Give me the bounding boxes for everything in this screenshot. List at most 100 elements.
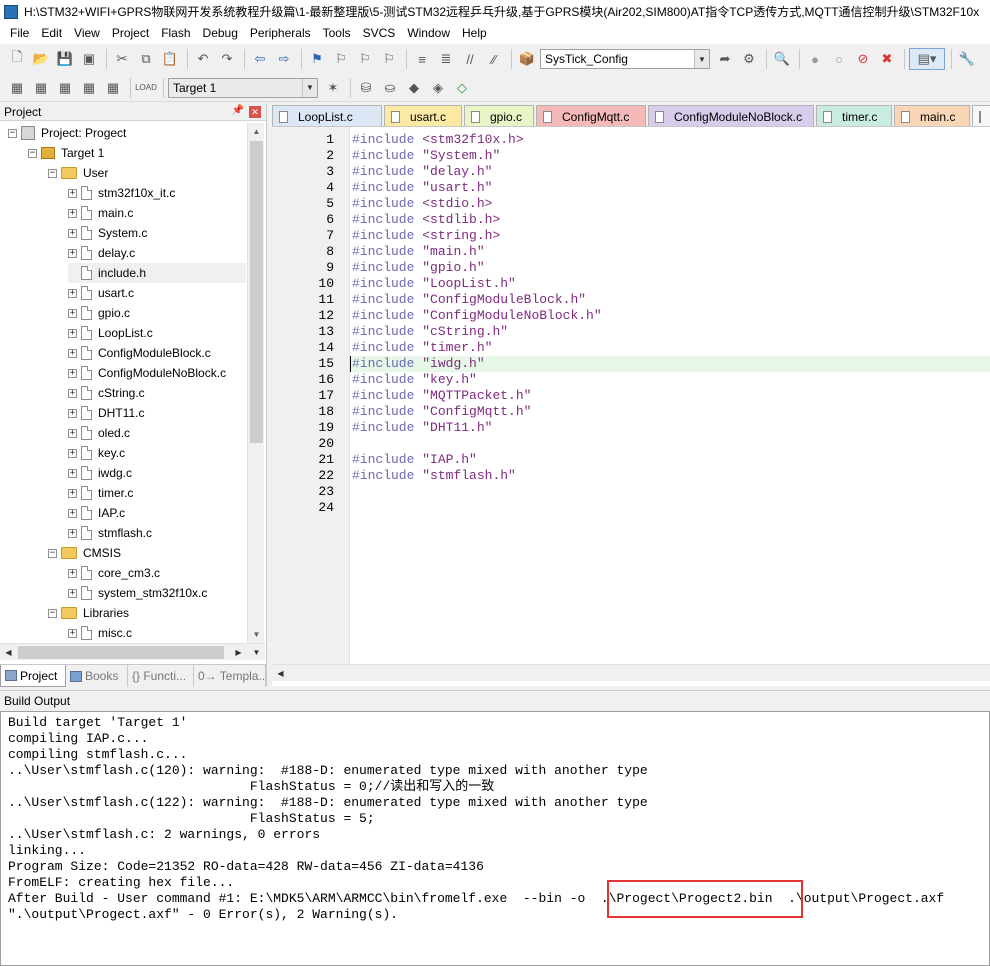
tree-file[interactable]: + IAP.c <box>68 503 125 523</box>
scroll-left-icon[interactable]: ◀ <box>272 665 289 682</box>
tab-configmodulenoblock-c[interactable]: ConfigModuleNoBlock.c <box>648 105 814 126</box>
tree-file[interactable]: + iwdg.c <box>68 463 132 483</box>
project-vertical-scrollbar[interactable]: ▲ ▼ <box>247 123 264 643</box>
configure-icon[interactable]: 🔧 <box>956 48 978 70</box>
indent-icon[interactable]: ≡ <box>411 48 433 70</box>
expand-icon[interactable]: + <box>68 428 77 438</box>
nav-forward-icon[interactable]: ⇨ <box>273 48 295 70</box>
incremental-find-icon[interactable]: ⚙ <box>738 48 760 70</box>
tree-project-node[interactable]: − Project: Progect <box>8 123 126 143</box>
expand-icon[interactable]: + <box>68 568 77 578</box>
file-extensions-icon[interactable]: ⛀ <box>379 77 401 99</box>
tab-templates[interactable]: 0→ Templa... <box>194 665 266 687</box>
editor-horizontal-scrollbar[interactable]: ◀ <box>272 664 990 681</box>
menu-tools[interactable]: Tools <box>317 23 357 44</box>
translate-icon[interactable]: ▦ <box>6 77 28 99</box>
open-folder-icon[interactable]: 📂 <box>30 48 52 70</box>
menu-view[interactable]: View <box>68 23 106 44</box>
breakpoint-icon[interactable]: ● <box>804 48 826 70</box>
select-packs-icon[interactable]: ◆ <box>403 77 425 99</box>
expand-icon[interactable]: + <box>68 208 77 218</box>
expand-icon[interactable]: + <box>68 348 77 358</box>
project-horizontal-scrollbar[interactable]: ◀ ▶ ▼ <box>0 643 265 660</box>
expand-icon[interactable]: + <box>68 228 77 238</box>
expand-icon[interactable]: + <box>68 188 77 198</box>
expand-icon[interactable]: + <box>68 308 77 318</box>
menu-project[interactable]: Project <box>106 23 155 44</box>
tree-file[interactable]: + System.c <box>68 223 147 243</box>
debug-session-icon[interactable]: 🔍 <box>771 48 793 70</box>
menu-debug[interactable]: Debug <box>197 23 244 44</box>
menu-window[interactable]: Window <box>401 23 456 44</box>
new-file-icon[interactable]: 🗋 <box>6 48 28 70</box>
tree-file[interactable]: + usart.c <box>68 283 134 303</box>
chevron-down-icon[interactable]: ▼ <box>302 78 317 97</box>
tree-file[interactable]: + timer.c <box>68 483 133 503</box>
tab-main-c[interactable]: main.c <box>894 105 970 126</box>
collapse-icon[interactable]: − <box>48 608 57 618</box>
expand-icon[interactable]: + <box>68 388 77 398</box>
tree-target-node[interactable]: − Target 1 <box>28 143 104 163</box>
expand-icon[interactable]: + <box>68 628 77 638</box>
tab-usart-c[interactable]: usart.c <box>384 105 462 126</box>
tree-file[interactable]: + stm32f10x_it.c <box>68 183 175 203</box>
batch-build-icon[interactable]: ▦ <box>78 77 100 99</box>
redo-icon[interactable]: ↷ <box>216 48 238 70</box>
tab-gpio-c[interactable]: gpio.c <box>464 105 534 126</box>
tree-file[interactable]: + oled.c <box>68 423 130 443</box>
close-icon[interactable]: ✕ <box>249 106 261 118</box>
scroll-thumb[interactable] <box>18 646 224 659</box>
disable-all-breakpoints-icon[interactable]: ⊘ <box>852 48 874 70</box>
expand-icon[interactable]: + <box>68 248 77 258</box>
tree-file[interactable]: + stmflash.c <box>68 523 152 543</box>
tree-file[interactable]: + main.c <box>68 203 133 223</box>
window-layout-icon[interactable]: ▤▾ <box>909 48 945 70</box>
download-icon[interactable]: LOAD <box>135 77 157 99</box>
unindent-icon[interactable]: ≣ <box>435 48 457 70</box>
expand-icon[interactable]: + <box>68 408 77 418</box>
target-options-icon[interactable]: ✶ <box>322 77 344 99</box>
expand-icon[interactable]: + <box>68 508 77 518</box>
nav-back-icon[interactable]: ⇦ <box>249 48 271 70</box>
expand-icon[interactable]: + <box>68 328 77 338</box>
collapse-icon[interactable]: − <box>8 128 17 138</box>
tree-file[interactable]: + ConfigModuleNoBlock.c <box>68 363 226 383</box>
tree-folder-cmsis[interactable]: − CMSIS <box>48 543 121 563</box>
stop-build-icon[interactable]: ▦ <box>102 77 124 99</box>
tab-looplist-c[interactable]: LoopList.c <box>272 105 382 126</box>
tree-file[interactable]: + core_cm3.c <box>68 563 160 583</box>
tree-folder-libraries[interactable]: − Libraries <box>48 603 129 623</box>
goto-definition-icon[interactable]: ➦ <box>714 48 736 70</box>
tree-file[interactable]: + gpio.c <box>68 303 130 323</box>
tab-project[interactable]: Project <box>0 665 66 687</box>
scroll-right-icon[interactable]: ▶ <box>230 644 247 661</box>
code-area[interactable]: #include <stm32f10x.h> #include "System.h… <box>350 127 990 664</box>
tree-file[interactable]: + cString.c <box>68 383 145 403</box>
tab-configmqtt-c[interactable]: ConfigMqtt.c <box>536 105 646 126</box>
expand-icon[interactable]: + <box>68 368 77 378</box>
function-combo[interactable]: SysTick_Config ▼ <box>540 49 710 69</box>
prev-bookmark-icon[interactable]: ⚐ <box>330 48 352 70</box>
tree-file[interactable]: + ConfigModuleBlock.c <box>68 343 211 363</box>
tree-folder-user[interactable]: − User <box>48 163 108 183</box>
collapse-icon[interactable]: − <box>48 168 57 178</box>
build-icon[interactable]: ▦ <box>30 77 52 99</box>
save-icon[interactable]: 💾 <box>54 48 76 70</box>
next-bookmark-icon[interactable]: ⚐ <box>354 48 376 70</box>
tree-file[interactable]: + system_stm32f10x.c <box>68 583 207 603</box>
expand-icon[interactable]: + <box>68 468 77 478</box>
menu-flash[interactable]: Flash <box>155 23 196 44</box>
scroll-thumb[interactable] <box>250 141 263 443</box>
manage-components-icon[interactable]: ⛁ <box>355 77 377 99</box>
scroll-down-icon[interactable]: ▼ <box>248 626 265 643</box>
tab-timer-c[interactable]: timer.c <box>816 105 892 126</box>
chevron-down-icon[interactable]: ▼ <box>694 50 709 68</box>
target-combo[interactable]: Target 1 ▼ <box>168 77 318 98</box>
expand-icon[interactable]: + <box>68 588 77 598</box>
tab-functions[interactable]: {} Functi... <box>128 665 194 687</box>
expand-icon[interactable]: + <box>68 528 77 538</box>
save-all-icon[interactable]: ▣ <box>78 48 100 70</box>
tree-file[interactable]: + misc.c <box>68 623 132 643</box>
scroll-up-icon[interactable]: ▲ <box>248 123 265 140</box>
menu-peripherals[interactable]: Peripherals <box>244 23 317 44</box>
